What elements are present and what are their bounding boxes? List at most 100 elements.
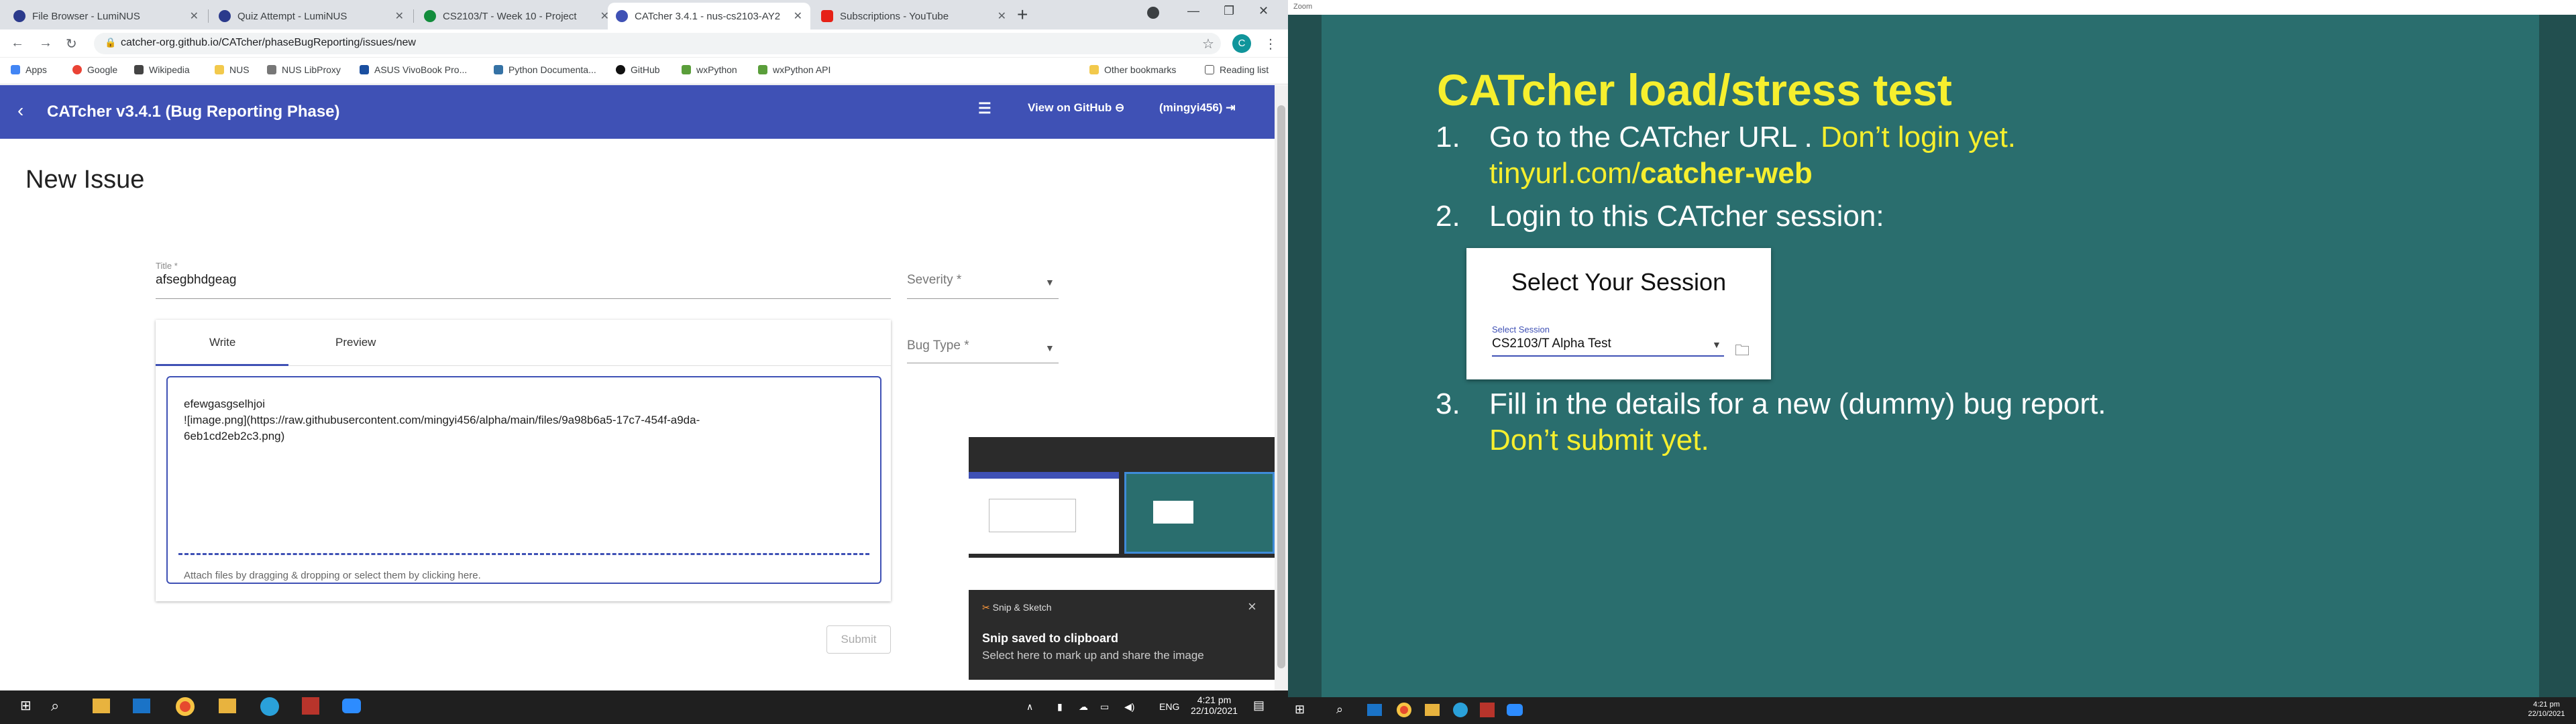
slide-item-1: 1. Go to the CATcher URL . Don’t login ye… xyxy=(1436,121,2017,154)
app-icon[interactable] xyxy=(302,697,319,715)
kebab-menu-icon[interactable]: ⋮ xyxy=(1264,36,1277,52)
back-arrow-icon[interactable]: ← xyxy=(11,36,24,51)
dropdown-caret-icon: ▼ xyxy=(1712,339,1721,350)
title-input[interactable]: afsegbhdgeag xyxy=(156,273,236,288)
tab-preview[interactable]: Preview xyxy=(335,336,376,349)
browser-tab[interactable]: CS2103/T - Week 10 - Project ✕ xyxy=(416,3,617,29)
title-underline xyxy=(156,298,891,299)
address-bar-row: ← → ↻ 🔒 catcher-org.github.io/CATcher/ph… xyxy=(0,29,1288,58)
severity-select[interactable]: Severity * xyxy=(907,273,961,288)
graduation-cap-icon xyxy=(424,10,436,22)
app-toolbar: ‹ CATcher v3.4.1 (Bug Reporting Phase) ☰… xyxy=(0,85,1275,139)
url-text: catcher-org.github.io/CATcher/phaseBugRe… xyxy=(121,37,416,48)
folder-icon[interactable] xyxy=(219,699,236,713)
attach-files-hint[interactable]: Attach files by dragging & dropping or s… xyxy=(184,568,481,584)
windows-start-icon[interactable]: ⊞ xyxy=(20,697,32,714)
session-value: CS2103/T Alpha Test xyxy=(1492,337,1611,351)
display-icon[interactable]: ▭ xyxy=(1100,701,1109,712)
url-bar[interactable]: 🔒 catcher-org.github.io/CATcher/phaseBug… xyxy=(94,33,1221,54)
close-tab-icon[interactable]: ✕ xyxy=(190,9,199,23)
close-notification-button[interactable]: × xyxy=(1248,598,1256,615)
cloud-icon[interactable]: ☁ xyxy=(1079,701,1088,712)
view-on-github-link[interactable]: View on GitHub ⊖ xyxy=(1028,101,1124,115)
bookmark-github[interactable]: GitHub xyxy=(616,64,660,75)
bookmark-google[interactable]: Google xyxy=(72,64,117,75)
thumbnail-slide[interactable] xyxy=(1124,472,1275,554)
volume-icon[interactable]: ◀) xyxy=(1124,701,1134,712)
active-tab-indicator xyxy=(156,364,288,366)
reading-list[interactable]: Reading list xyxy=(1205,64,1269,75)
close-window-button[interactable]: ✕ xyxy=(1258,4,1269,18)
thumbnail-browser[interactable] xyxy=(969,472,1119,554)
submit-button[interactable]: Submit xyxy=(826,625,891,654)
minimize-button[interactable]: — xyxy=(1187,4,1199,18)
snip-notification[interactable]: ✂ Snip & Sketch × Snip saved to clipboar… xyxy=(969,590,1275,680)
bookmark-star-icon[interactable]: ☆ xyxy=(1202,36,1214,52)
bookmark-nus[interactable]: NUS xyxy=(215,64,250,75)
tab-write[interactable]: Write xyxy=(209,336,235,349)
language-indicator[interactable]: ENG xyxy=(1159,701,1179,712)
zoom-icon[interactable] xyxy=(342,699,361,713)
session-label: Select Session xyxy=(1492,324,1550,335)
dropdown-caret-icon: ▼ xyxy=(1045,343,1055,353)
bug-type-select[interactable]: Bug Type * xyxy=(907,339,969,353)
mail-icon[interactable] xyxy=(133,699,150,713)
session-heading: Select Your Session xyxy=(1511,268,1727,296)
usb-icon[interactable]: ▮ xyxy=(1057,701,1063,712)
snip-app-name: ✂ Snip & Sketch xyxy=(982,602,1052,613)
right-screen-zoom: Zoom CATcher load/stress test 1. Go to th… xyxy=(1288,0,2576,724)
attach-divider xyxy=(178,553,869,555)
snip-heading: Snip saved to clipboard xyxy=(982,631,1119,645)
zoom-titlebar: Zoom xyxy=(1288,0,2576,15)
catcher-icon xyxy=(616,10,628,22)
media-icon[interactable] xyxy=(1147,7,1159,19)
profile-avatar[interactable]: C xyxy=(1232,34,1251,53)
page-scrollbar[interactable] xyxy=(1275,85,1288,690)
bookmark-apps[interactable]: Apps xyxy=(11,64,47,75)
browser-tab[interactable]: Subscriptions - YouTube ✕ xyxy=(813,3,1014,29)
browser-tab-active[interactable]: CATcher 3.4.1 - nus-cs2103-AY2 ✕ xyxy=(608,3,810,29)
document-icon[interactable]: ☰ xyxy=(978,100,991,117)
description-textarea[interactable]: efewgasgselhjoi ![image.png](https://raw… xyxy=(166,376,881,584)
search-icon[interactable]: ⌕ xyxy=(51,697,59,715)
telegram-icon xyxy=(1453,703,1468,717)
title-label: Title * xyxy=(156,261,178,271)
lock-icon: 🔒 xyxy=(105,37,117,48)
file-explorer-icon[interactable] xyxy=(93,699,110,713)
scissors-icon: ✂ xyxy=(982,602,990,613)
forward-arrow-icon[interactable]: → xyxy=(39,36,52,51)
clock[interactable]: 4:21 pm 22/10/2021 xyxy=(1187,695,1241,716)
description-card: Write Preview efewgasgselhjoi ![image.pn… xyxy=(156,320,891,601)
chrome-icon[interactable] xyxy=(176,697,195,716)
bookmark-wxpython-api[interactable]: wxPython API xyxy=(758,64,830,75)
chrome-icon xyxy=(1397,703,1411,717)
other-bookmarks[interactable]: Other bookmarks xyxy=(1089,64,1176,75)
slide-item-3-note: Don’t submit yet. xyxy=(1489,424,1709,457)
bookmark-wikipedia[interactable]: Wikipedia xyxy=(134,64,190,75)
maximize-button[interactable]: ❐ xyxy=(1224,4,1234,18)
new-tab-button[interactable]: + xyxy=(1017,4,1028,25)
close-tab-icon[interactable]: ✕ xyxy=(395,9,404,23)
luminus-icon xyxy=(13,10,25,22)
telegram-icon[interactable] xyxy=(260,697,279,716)
chevron-left-icon[interactable]: ‹ xyxy=(17,100,23,121)
user-logout-button[interactable]: (mingyi456) ⇥ xyxy=(1159,101,1235,115)
bookmark-wxpython[interactable]: wxPython xyxy=(682,64,737,75)
chevron-up-icon[interactable]: ∧ xyxy=(1026,701,1033,712)
close-tab-icon[interactable]: ✕ xyxy=(794,9,802,23)
browser-tab[interactable]: File Browser - LumiNUS ✕ xyxy=(5,3,207,29)
slide-item-2: 2. Login to this CATcher session: xyxy=(1436,200,1884,233)
bookmark-python-docs[interactable]: Python Documenta... xyxy=(494,64,596,75)
slide-item-1-url: tinyurl.com/catcher-web xyxy=(1489,157,1813,190)
snip-preview-thumbnails[interactable] xyxy=(969,437,1275,558)
bookmarks-bar: Apps Google Wikipedia NUS NUS LibProxy A… xyxy=(0,58,1288,84)
browser-tab[interactable]: Quiz Attempt - LumiNUS ✕ xyxy=(211,3,412,29)
app-title: CATcher v3.4.1 (Bug Reporting Phase) xyxy=(47,103,340,121)
bookmark-nus-libproxy[interactable]: NUS LibProxy xyxy=(267,64,341,75)
reload-icon[interactable]: ↻ xyxy=(66,36,77,52)
bookmark-asus[interactable]: ASUS VivoBook Pro... xyxy=(360,64,467,75)
notification-icon[interactable]: ▤ xyxy=(1253,699,1265,711)
dropdown-caret-icon: ▼ xyxy=(1045,277,1055,288)
windows-start-icon: ⊞ xyxy=(1295,703,1305,716)
close-tab-icon[interactable]: ✕ xyxy=(998,9,1006,23)
